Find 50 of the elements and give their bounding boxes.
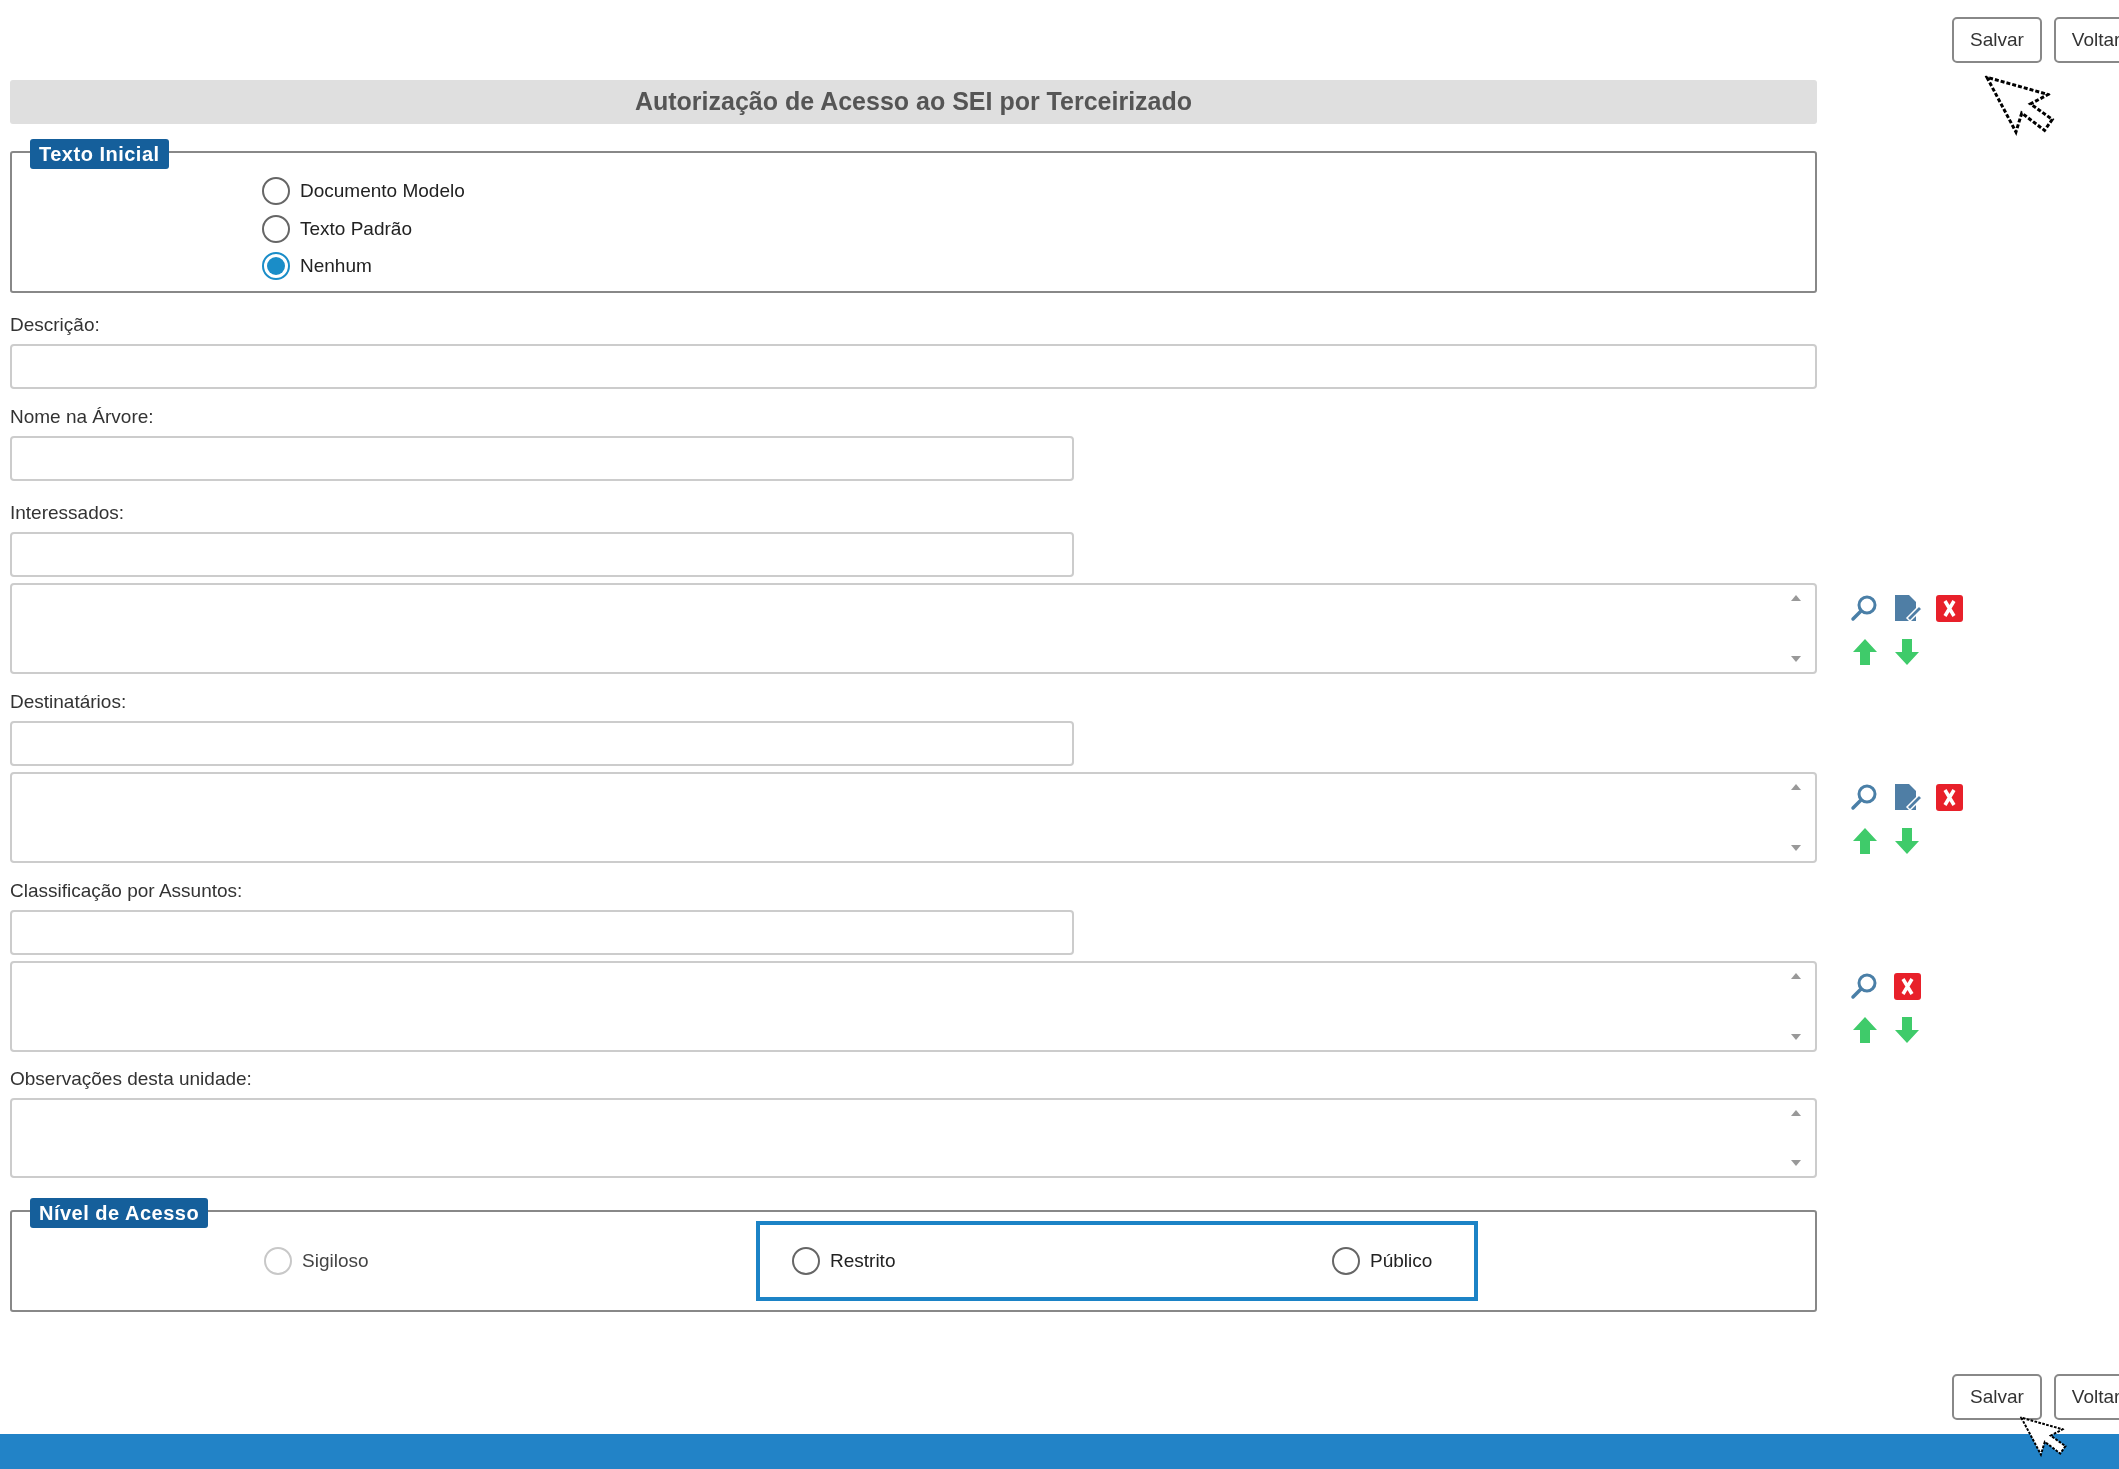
radio-button[interactable]: [262, 214, 290, 243]
remove-icon[interactable]: [1934, 782, 1964, 812]
input-field[interactable]: [10, 721, 1074, 766]
edit-document-icon[interactable]: [1892, 593, 1922, 623]
field-label: Nome na Árvore:: [10, 405, 155, 429]
radio-label: Público: [1370, 1248, 1433, 1273]
field-label: Classificação por Assuntos:: [10, 879, 244, 903]
field-label: Descrição:: [10, 313, 101, 337]
radio-button[interactable]: [262, 177, 290, 206]
scroll-down-icon[interactable]: [1791, 656, 1801, 662]
page-title: Autorização de Acesso ao SEI por Terceirizado: [634, 86, 1193, 118]
scroll-up-icon[interactable]: [1791, 595, 1801, 601]
move-down-icon[interactable]: [1892, 826, 1922, 856]
radio-label: Documento Modelo: [300, 179, 465, 203]
scroll-up-icon[interactable]: [1791, 1110, 1801, 1116]
list-box[interactable]: [10, 583, 1817, 674]
radio-button[interactable]: [1332, 1247, 1360, 1275]
scroll-down-icon[interactable]: [1791, 845, 1801, 851]
remove-icon[interactable]: [1892, 971, 1922, 1001]
radio-label: Texto Padrão: [300, 216, 412, 241]
list-box[interactable]: [10, 961, 1817, 1052]
field-label: Interessados:: [10, 501, 126, 525]
scroll-up-icon[interactable]: [1791, 973, 1801, 979]
radio-label: Restrito: [830, 1248, 896, 1273]
field-label: Destinatários:: [10, 690, 128, 714]
input-field[interactable]: [10, 532, 1074, 577]
move-up-icon[interactable]: [1850, 637, 1880, 667]
input-field[interactable]: [10, 910, 1074, 955]
input-field[interactable]: [10, 436, 1074, 481]
fieldset-legend: Nível de Acesso: [30, 1198, 209, 1228]
field-label: Observações desta unidade:: [10, 1067, 253, 1091]
save-button[interactable]: Salvar: [1952, 17, 2042, 63]
save-button[interactable]: Salvar: [1952, 1374, 2042, 1420]
fieldset-legend: Texto Inicial: [30, 139, 169, 169]
radio-button[interactable]: [262, 252, 290, 281]
move-up-icon[interactable]: [1850, 1015, 1880, 1045]
edit-document-icon[interactable]: [1892, 782, 1922, 812]
scroll-up-icon[interactable]: [1791, 784, 1801, 790]
radio-label: Nenhum: [300, 254, 372, 278]
move-down-icon[interactable]: [1892, 1015, 1922, 1045]
list-box[interactable]: [10, 772, 1817, 863]
radio-button[interactable]: [792, 1247, 820, 1275]
scroll-down-icon[interactable]: [1791, 1034, 1801, 1040]
text-area[interactable]: [10, 1098, 1817, 1178]
remove-icon[interactable]: [1934, 593, 1964, 623]
move-up-icon[interactable]: [1850, 826, 1880, 856]
scroll-down-icon[interactable]: [1791, 1160, 1801, 1166]
input-field[interactable]: [10, 344, 1817, 389]
move-down-icon[interactable]: [1892, 637, 1922, 667]
radio-label: Sigiloso: [302, 1248, 369, 1273]
